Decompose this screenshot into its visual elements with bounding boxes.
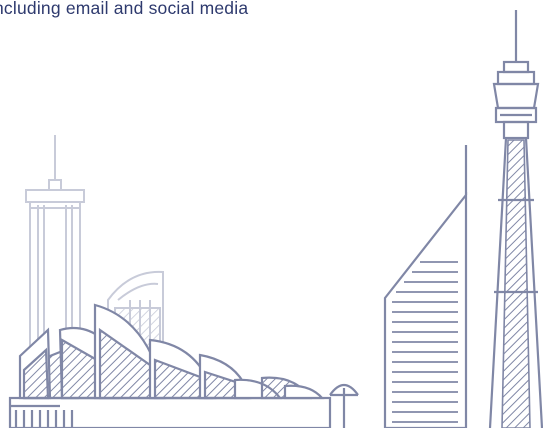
opera-house-icon [8, 303, 332, 428]
sydney-skyline-illustration [8, 10, 543, 428]
sydney-tower-icon [488, 10, 543, 428]
office-tower-icon [383, 145, 468, 428]
street-lamp-icon [329, 383, 359, 428]
